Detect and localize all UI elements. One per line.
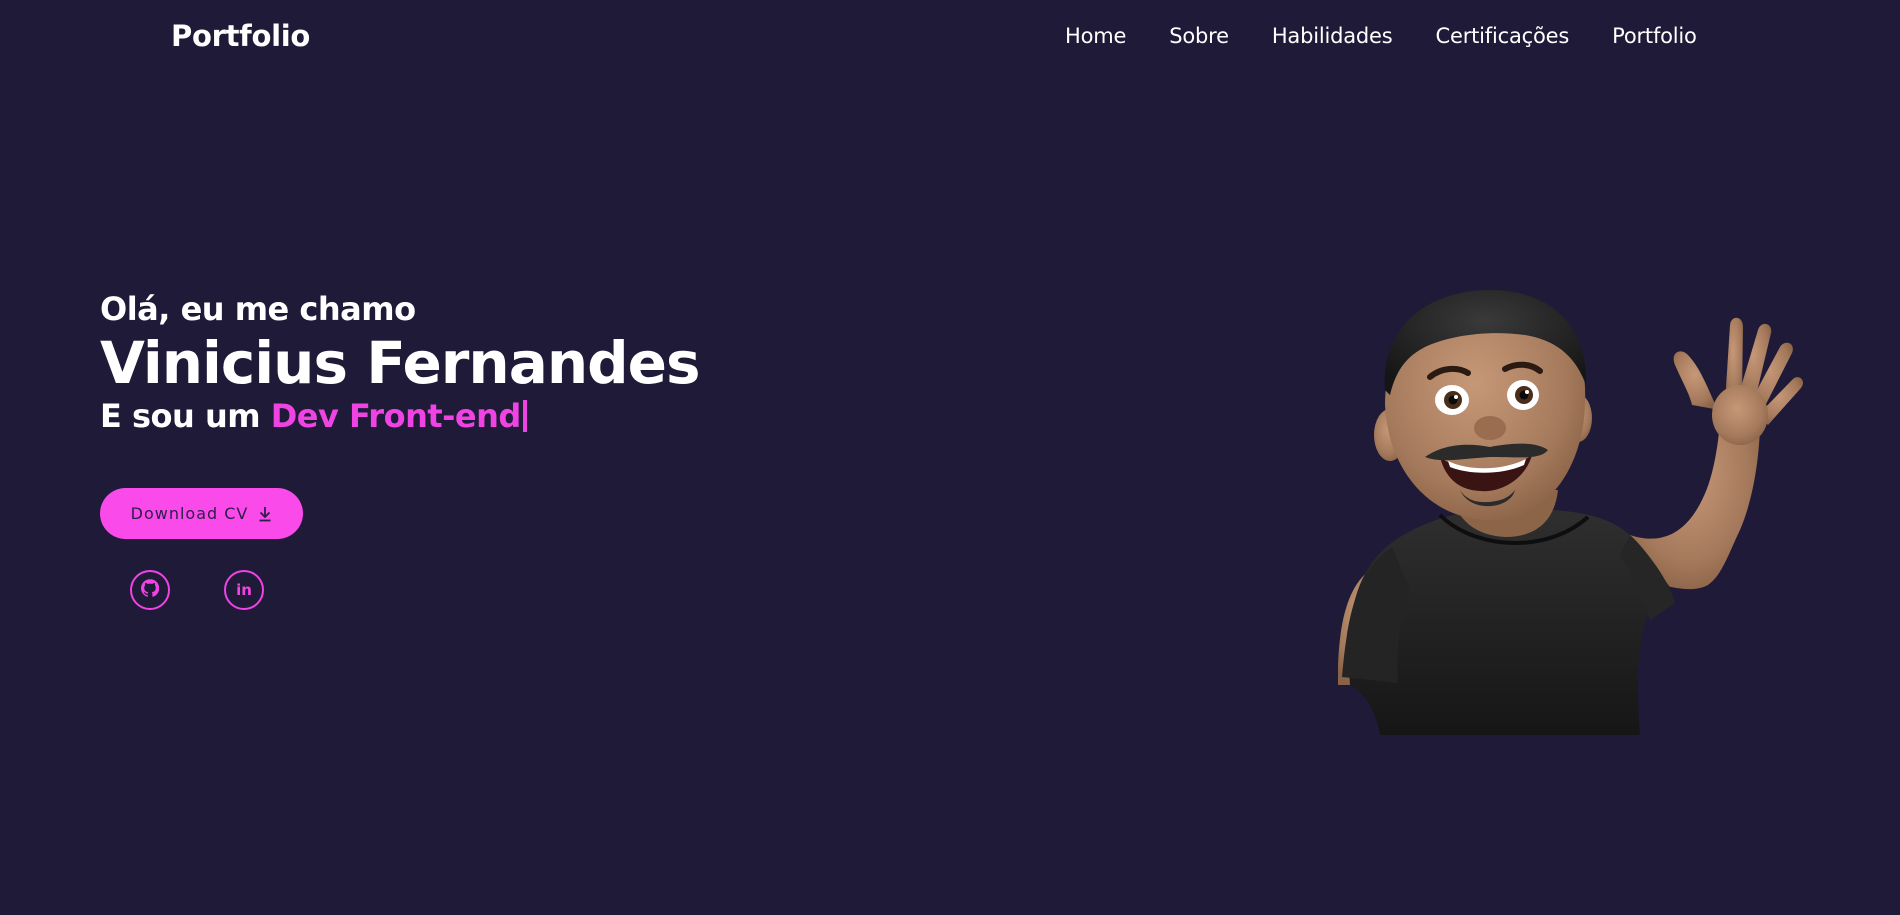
memoji-avatar (1330, 285, 1810, 735)
linkedin-link[interactable]: in (224, 570, 264, 610)
site-header: Portfolio Home Sobre Habilidades Certifi… (0, 0, 1900, 76)
download-cv-button[interactable]: Download CV (100, 488, 303, 539)
hero-role: E sou um Dev Front-end (100, 397, 700, 435)
role-prefix: E sou um (100, 396, 271, 435)
nav-portfolio[interactable]: Portfolio (1612, 24, 1697, 48)
download-cv-label: Download CV (130, 504, 249, 523)
nav-sobre[interactable]: Sobre (1169, 24, 1229, 48)
github-link[interactable] (130, 570, 170, 610)
github-icon (140, 579, 160, 601)
social-links: in (130, 570, 264, 610)
typing-caret (522, 399, 527, 432)
nav-home[interactable]: Home (1065, 24, 1126, 48)
nav-certificacoes[interactable]: Certificações (1436, 24, 1570, 48)
logo[interactable]: Portfolio (171, 19, 310, 53)
download-icon (258, 506, 272, 522)
hero-section: Olá, eu me chamo Vinicius Fernandes E so… (100, 290, 700, 435)
nav-habilidades[interactable]: Habilidades (1272, 24, 1393, 48)
linkedin-icon: in (236, 581, 252, 599)
hero-name: Vinicius Fernandes (100, 329, 700, 397)
greeting: Olá, eu me chamo (100, 290, 416, 328)
main-nav: Home Sobre Habilidades Certificações Por… (1065, 24, 1697, 48)
role-accent: Dev Front-end (270, 396, 522, 435)
page: Portfolio Home Sobre Habilidades Certifi… (0, 0, 1900, 915)
